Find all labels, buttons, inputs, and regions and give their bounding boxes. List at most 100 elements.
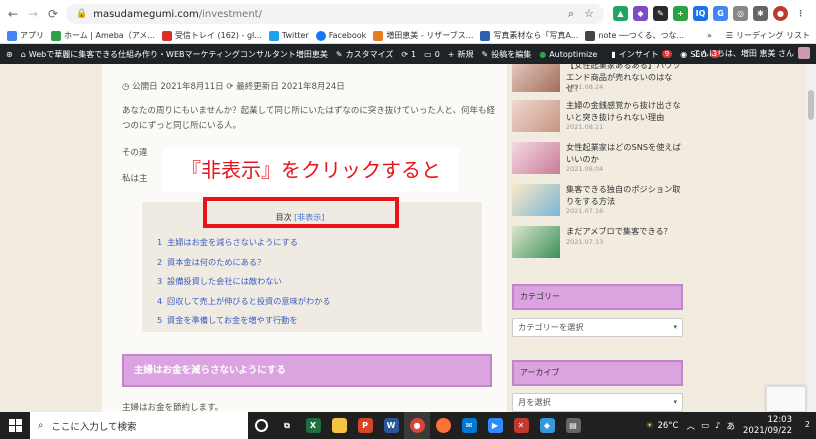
extensions-puzzle-icon[interactable]: ✱	[753, 6, 768, 21]
highlight-box	[203, 197, 399, 228]
ext-icon-g[interactable]: G	[713, 6, 728, 21]
photo-ac-icon	[480, 30, 491, 41]
cortana-icon[interactable]	[248, 412, 274, 439]
reading-list[interactable]: リーディング リスト	[736, 30, 810, 41]
reload-icon[interactable]: ⟳	[46, 7, 60, 21]
bookmark-twitter[interactable]: Twitter	[268, 30, 309, 41]
bookmark-facebook[interactable]: Facebook	[315, 30, 366, 41]
speaker-icon[interactable]: ♪	[715, 421, 720, 431]
wp-account[interactable]: こんにちは、増田 恵美 さん	[693, 47, 810, 59]
toc-item[interactable]: 1 主婦はお金を減らさないようにする	[157, 236, 331, 256]
apps-grid-icon	[7, 30, 17, 41]
post-thumbnail	[512, 184, 560, 216]
toc-item[interactable]: 5 資金を準備してお金を増やす行動を	[157, 314, 331, 334]
post-thumbnail	[512, 226, 560, 258]
bookmark-gmail[interactable]: 受信トレイ (162) - gl...	[161, 30, 262, 41]
mail-icon[interactable]: ✉	[456, 412, 482, 439]
chevron-down-icon: ▾	[673, 323, 677, 331]
recent-post[interactable]: まだアメブロで集客できる？ 2021.07.13	[512, 226, 687, 262]
recent-post[interactable]: 主婦の金銭感覚から抜け出さないと突き抜けられない理由 2021.08.11	[512, 100, 687, 136]
ext-icon-purple[interactable]: ◆	[633, 6, 648, 21]
bookmark-apps[interactable]: アプリ	[7, 30, 44, 41]
reading-list-icon: ☰	[725, 31, 734, 40]
clock[interactable]: 12:03 2021/09/22	[743, 415, 792, 437]
recaptcha-badge[interactable]	[766, 386, 806, 412]
note-icon	[585, 30, 596, 41]
ext-icon-pen[interactable]: ✎	[653, 6, 668, 21]
archive-widget-title: アーカイブ	[512, 360, 683, 386]
wp-logo-icon[interactable]: ⊛	[6, 50, 13, 59]
greeting: こんにちは、増田 恵美 さん	[692, 48, 794, 58]
bookmark-photo-ac[interactable]: 写真素材なら「写真A...	[480, 30, 578, 41]
scrollbar-thumb[interactable]	[808, 90, 814, 120]
facebook-icon	[315, 30, 326, 41]
star-icon[interactable]: ☆	[584, 7, 594, 21]
bookmarks-more[interactable]: »	[707, 31, 712, 40]
post-thumbnail	[512, 64, 560, 92]
sidebar: 【女性起業家あるある】ハウツエンド商品が売れないのはなぜ？ 2021.08.24…	[512, 64, 687, 412]
recent-post[interactable]: 集客できる独自のポジション取りをする方法 2021.07.16	[512, 184, 687, 220]
system-tray: ☀ 26°C ︿ ▭ ♪ あ 12:03 2021/09/22 2	[646, 412, 816, 439]
section-text: 主婦はお金を節約します。	[122, 403, 224, 412]
ime-indicator[interactable]: あ	[726, 420, 735, 432]
back-arrow-icon[interactable]: ←	[6, 7, 20, 21]
clock-icon: ◷	[122, 82, 130, 92]
windows-start-icon[interactable]	[0, 412, 30, 439]
app-icon-blue[interactable]: ◆	[534, 412, 560, 439]
wp-site-name[interactable]: ⌂ Webで華麗に集客できる仕組み作り・WEBマーケティングコンサルタント増田恵美	[21, 49, 328, 60]
forward-arrow-icon[interactable]: →	[26, 7, 40, 21]
recent-post[interactable]: 【女性起業家あるある】ハウツエンド商品が売れないのはなぜ？ 2021.08.24	[512, 64, 687, 100]
chevron-up-icon[interactable]: ︿	[687, 420, 696, 432]
firefox-icon[interactable]	[430, 412, 456, 439]
word-icon[interactable]: W	[378, 412, 404, 439]
published-date: 公開日 2021年8月11日	[132, 82, 224, 92]
chrome-icon[interactable]: ●	[404, 412, 430, 439]
pencil-icon: ✎	[481, 49, 489, 59]
taskbar-search-input[interactable]: ⌕ ここに入力して検索	[30, 412, 248, 439]
refresh-icon: ⟳	[226, 82, 234, 92]
category-select[interactable]: カテゴリーを選択 ▾	[512, 318, 683, 337]
bookmark-ameba[interactable]: ホーム | Ameba（アメ...	[51, 30, 155, 41]
section-heading: 主婦はお金を減らさないようにする	[122, 354, 492, 387]
address-bar[interactable]: 🔒 masudamegumi.com /investment/	[66, 4, 604, 24]
chevron-down-icon: ▾	[673, 398, 677, 406]
toc-item[interactable]: 4 回収して売上が伸びると投資の意味がわかる	[157, 295, 331, 315]
menu-dots-icon[interactable]: ⋮	[793, 6, 808, 21]
wp-pending-comments[interactable]: ▭ 0	[424, 50, 440, 59]
powerpoint-icon[interactable]: P	[352, 412, 378, 439]
wp-admin-bar: ⊛ ⌂ Webで華麗に集客できる仕組み作り・WEBマーケティングコンサルタント増田…	[0, 44, 816, 64]
archive-select[interactable]: 月を選択 ▾	[512, 393, 683, 412]
profile-avatar-icon[interactable]: ●	[773, 6, 788, 21]
app-icon-gray[interactable]: ▤	[560, 412, 586, 439]
network-icon[interactable]: ▭	[701, 421, 709, 431]
avatar	[798, 47, 810, 59]
ext-icon-gray[interactable]: ◎	[733, 6, 748, 21]
comment-icon: ▭	[424, 49, 432, 59]
bookmark-note[interactable]: note ──つくる、つな...	[585, 30, 684, 41]
url-path: /investment/	[198, 8, 262, 20]
category-widget-title: カテゴリー	[512, 284, 683, 310]
wp-customize[interactable]: ✎ カスタマイズ	[336, 49, 393, 60]
excel-icon[interactable]: X	[300, 412, 326, 439]
search-icon[interactable]: ⌕	[568, 7, 574, 21]
temperature[interactable]: 26°C	[657, 421, 678, 431]
zoom-icon[interactable]: ▶	[482, 412, 508, 439]
notification-badge[interactable]: 2	[805, 420, 810, 429]
refresh-icon: ⟳	[401, 49, 409, 59]
wp-comments[interactable]: ⟳ 1	[401, 50, 416, 59]
drive-extension-icon[interactable]: ▲	[613, 6, 628, 21]
ext-icon-iq[interactable]: IQ	[693, 6, 708, 21]
wp-edit-post[interactable]: ✎ 投稿を編集	[482, 49, 532, 60]
wp-autoptimize[interactable]: ● Autoptimize	[539, 50, 597, 59]
ext-icon-plus[interactable]: +	[673, 6, 688, 21]
task-view-icon[interactable]: ⧉	[274, 412, 300, 439]
wp-insight[interactable]: ▮ インサイト 9	[611, 49, 673, 60]
file-explorer-icon[interactable]	[326, 412, 352, 439]
wp-new[interactable]: + 新規	[448, 49, 474, 60]
recent-post[interactable]: 女性起業家はどのSNSを使えばいいのか 2021.08.04	[512, 142, 687, 178]
app-icon-red[interactable]: ✕	[508, 412, 534, 439]
toc-item[interactable]: 2 資本金は何のためにある？	[157, 256, 331, 276]
toc-item[interactable]: 3 設備投資した会社には敵わない	[157, 275, 331, 295]
reserve-icon	[373, 30, 384, 41]
bookmark-reserve[interactable]: 増田恵美 - リザーブス...	[373, 30, 473, 41]
